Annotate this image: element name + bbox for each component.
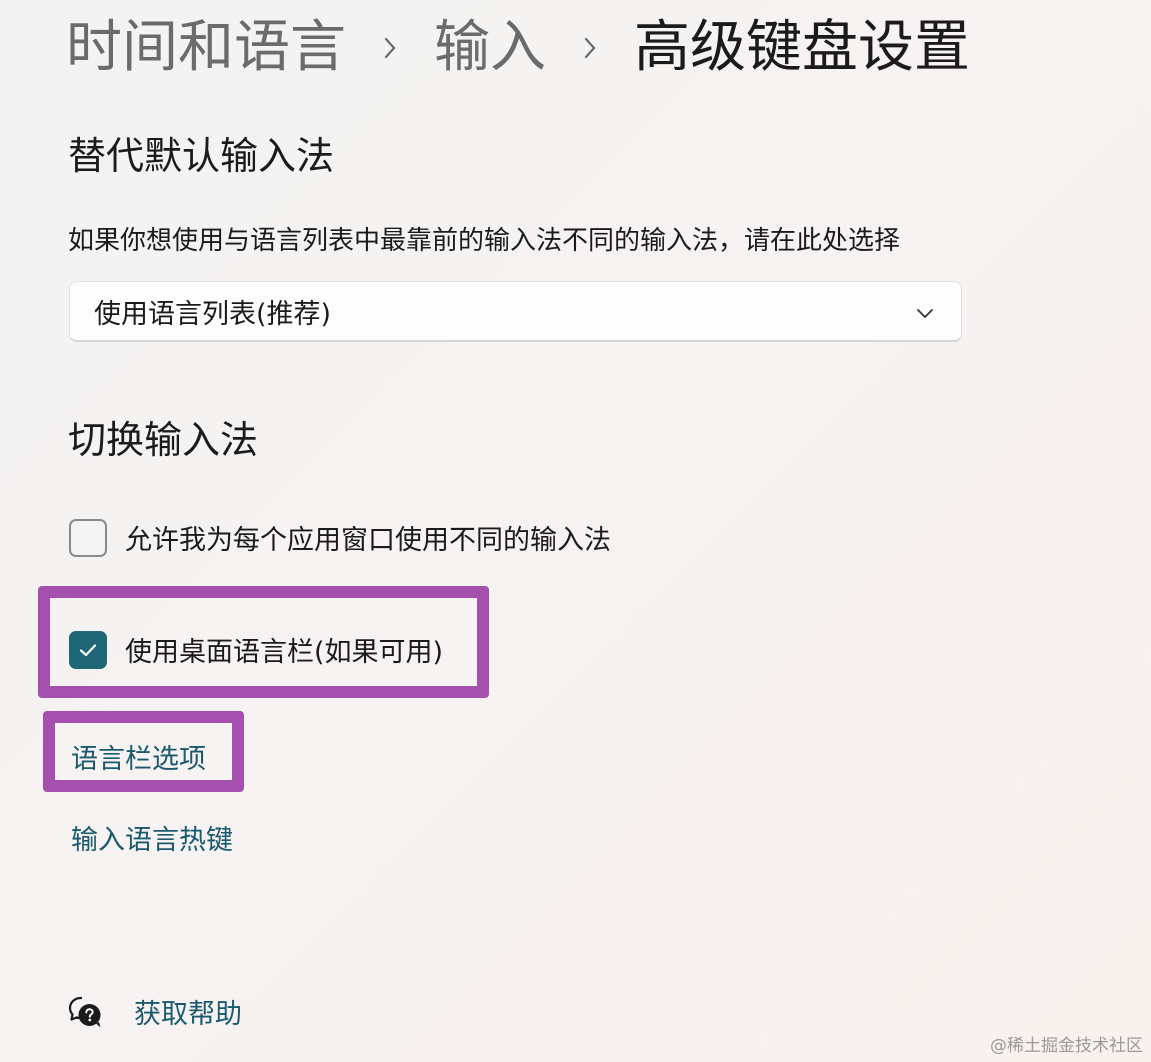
page-title: 高级键盘设置 [634, 15, 970, 80]
language-bar-options-link[interactable]: 语言栏选项 [71, 737, 206, 776]
checkmark-icon [79, 643, 97, 656]
breadcrumb: 时间和语言 输入 高级键盘设置 [66, 8, 970, 88]
chevron-right-icon [346, 36, 434, 60]
input-language-hotkeys-link[interactable]: 输入语言热键 [71, 818, 233, 857]
per-app-input-checkbox-row[interactable]: 允许我为每个应用窗口使用不同的输入法 [69, 518, 611, 557]
override-description: 如果你想使用与语言列表中最靠前的输入法不同的输入法，请在此处选择 [68, 226, 901, 256]
per-app-input-checkbox[interactable] [69, 518, 107, 557]
desktop-language-bar-checkbox[interactable] [69, 630, 107, 669]
chevron-right-icon [546, 36, 634, 60]
breadcrumb-item-input[interactable]: 输入 [434, 20, 546, 76]
section-title-switch: 切换输入法 [68, 418, 259, 462]
chevron-down-icon [917, 309, 933, 318]
per-app-input-label: 允许我为每个应用窗口使用不同的输入法 [125, 525, 611, 556]
section-title-override: 替代默认输入法 [68, 134, 335, 178]
desktop-language-bar-checkbox-row[interactable]: 使用桌面语言栏(如果可用) [69, 630, 443, 669]
watermark: @稀土掘金技术社区 [990, 1036, 1143, 1056]
get-help[interactable]: 获取帮助 [68, 992, 242, 1031]
help-chat-icon [68, 996, 101, 1027]
get-help-label: 获取帮助 [134, 999, 242, 1030]
desktop-language-bar-label: 使用桌面语言栏(如果可用) [125, 637, 444, 668]
breadcrumb-item-time-language[interactable]: 时间和语言 [66, 20, 346, 76]
dropdown-selected-value: 使用语言列表(推荐) [94, 298, 332, 330]
input-method-dropdown[interactable]: 使用语言列表(推荐) [69, 281, 962, 342]
